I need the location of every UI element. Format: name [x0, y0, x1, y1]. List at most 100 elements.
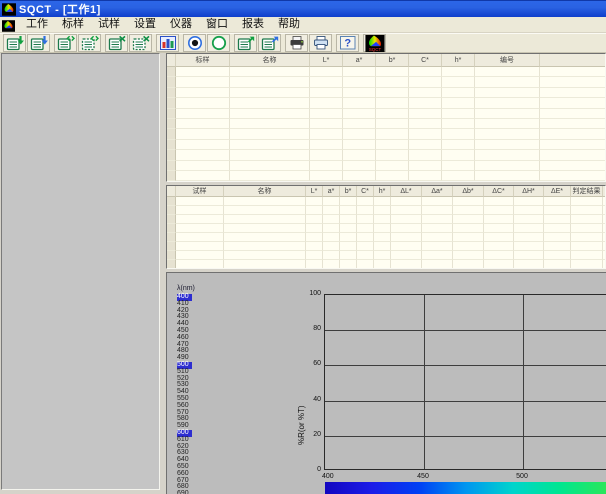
export-standard-button[interactable] [234, 34, 257, 52]
table-cell [391, 224, 422, 233]
delete-standard-button[interactable] [105, 34, 128, 52]
table-row[interactable] [167, 150, 606, 160]
table-cell [323, 251, 340, 260]
help-button[interactable]: ? [336, 34, 359, 52]
table-row[interactable] [167, 140, 606, 150]
table-cell [230, 150, 310, 160]
title-bar: SQCT - [工作1] [0, 0, 606, 17]
child-window-icon[interactable] [2, 19, 15, 31]
table-cell [544, 224, 571, 233]
doc-arrow-out-blue-icon [261, 35, 279, 51]
table-cell [409, 140, 442, 150]
table-cell [442, 140, 475, 150]
save-sample-button[interactable] [27, 34, 50, 52]
table-cell [323, 206, 340, 215]
table-cell [374, 197, 391, 206]
table-row[interactable] [167, 88, 606, 98]
table-row[interactable] [167, 161, 606, 171]
table-row[interactable] [167, 109, 606, 119]
menu-item-5[interactable]: 仪器 [163, 17, 199, 32]
table-cell [422, 197, 453, 206]
menu-item-8[interactable]: 帮助 [271, 17, 307, 32]
table-row[interactable] [167, 233, 606, 242]
table-row[interactable] [167, 119, 606, 129]
window-title: SQCT - [工作1] [19, 1, 101, 17]
table-cell [409, 171, 442, 181]
table-cell [391, 233, 422, 242]
table-cell [176, 109, 230, 119]
recall-standard-button[interactable] [54, 34, 77, 52]
table-cell [357, 197, 374, 206]
table-cell [306, 224, 323, 233]
print-preview-button[interactable] [309, 34, 332, 52]
table-cell [306, 233, 323, 242]
recall-sample-button[interactable] [78, 34, 101, 52]
table-cell [230, 171, 310, 181]
table-row[interactable] [167, 251, 606, 260]
table-row[interactable] [167, 77, 606, 87]
menu-item-7[interactable]: 报表 [235, 17, 271, 32]
app-window: SQCT - [工作1] 工作标样试样设置仪器窗口报表帮助 ?SQCT 标样名称… [0, 0, 606, 494]
table-cell [422, 206, 453, 215]
column-header: 名称 [230, 54, 310, 67]
menu-item-1[interactable]: 工作 [19, 17, 55, 32]
column-header: ΔL* [391, 186, 422, 197]
table-row[interactable] [167, 67, 606, 77]
table-cell [343, 150, 376, 160]
svg-text:SQCT: SQCT [368, 46, 381, 51]
table-cell [357, 206, 374, 215]
save-standard-button[interactable] [3, 34, 26, 52]
column-header: b* [376, 54, 409, 67]
table-cell [310, 77, 343, 87]
table-row[interactable] [167, 171, 606, 181]
print-button[interactable] [285, 34, 308, 52]
table-row[interactable] [167, 197, 606, 206]
table-cell [391, 197, 422, 206]
menu-item-6[interactable]: 窗口 [199, 17, 235, 32]
table-cell [176, 88, 230, 98]
table-cell [343, 98, 376, 108]
chart-button[interactable] [156, 34, 179, 52]
table-cell [514, 215, 544, 224]
table-cell [374, 251, 391, 260]
table-row[interactable] [167, 98, 606, 108]
table-cell [391, 251, 422, 260]
gridline [325, 436, 606, 437]
table-cell [409, 119, 442, 129]
table-cell [544, 233, 571, 242]
export-sample-button[interactable] [258, 34, 281, 52]
table-cell [442, 150, 475, 160]
sqct-logo-button[interactable]: SQCT [363, 34, 386, 52]
table-row[interactable] [167, 206, 606, 215]
table-cell [475, 119, 540, 129]
table-row[interactable] [167, 215, 606, 224]
menu-item-4[interactable]: 设置 [127, 17, 163, 32]
table-cell [453, 242, 484, 251]
column-header: Δb* [453, 186, 484, 197]
table-row[interactable] [167, 242, 606, 251]
table-cell [323, 242, 340, 251]
table-cell [475, 98, 540, 108]
table-cell [571, 242, 603, 251]
table-cell [544, 260, 571, 269]
table-cell [453, 215, 484, 224]
table-cell [442, 119, 475, 129]
table-header-row: 试样名称L*a*b*C*h*ΔL*Δa*Δb*ΔC*ΔH*ΔE*判定结果编号 [167, 186, 606, 197]
table-cell [306, 260, 323, 269]
table-row[interactable] [167, 224, 606, 233]
menu-item-2[interactable]: 标样 [55, 17, 91, 32]
menu-item-3[interactable]: 试样 [91, 17, 127, 32]
measure-sample-button[interactable] [207, 34, 230, 52]
table-cell [176, 251, 224, 260]
delete-sample-button[interactable] [129, 34, 152, 52]
table-row[interactable] [167, 129, 606, 139]
table-cell [422, 251, 453, 260]
table-cell [484, 197, 514, 206]
measure-standard-button[interactable] [183, 34, 206, 52]
table-cell [376, 140, 409, 150]
table-cell [409, 109, 442, 119]
table-cell [442, 88, 475, 98]
table-cell [343, 171, 376, 181]
table-row[interactable] [167, 260, 606, 269]
table-cell [230, 98, 310, 108]
